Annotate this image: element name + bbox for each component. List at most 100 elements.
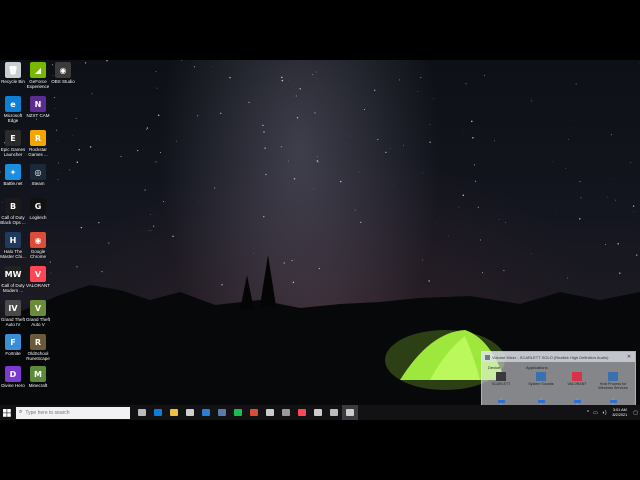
taskbar: ⌕ ^ ▭ ◖) 3:01 AM 8/2/2021 ▢: [0, 405, 640, 420]
desktop-icon-minecraft[interactable]: M Minecraft: [25, 366, 51, 388]
logitech-icon: G: [30, 198, 46, 214]
volume-slider-thumb[interactable]: [573, 400, 581, 404]
system-tray: ^ ▭ ◖) 3:01 AM 8/2/2021 ▢: [585, 405, 640, 420]
desktop-icon-label: Minecraft: [28, 383, 48, 388]
desktop-icon-label: Fortnite: [5, 351, 21, 356]
taskbar-nzxt-button[interactable]: [278, 405, 294, 420]
taskbar-steam-button[interactable]: [214, 405, 230, 420]
desktop-icon-gta-v[interactable]: V Grand Theft Auto V: [25, 300, 51, 327]
host-process-icon[interactable]: [608, 372, 618, 381]
taskbar-edge-button[interactable]: [150, 405, 166, 420]
desktop-icon-fortnite[interactable]: F Fortnite: [0, 334, 26, 356]
desktop-icon-label: NZXT CAM: [26, 113, 50, 118]
desktop-icon-label: Battle.net: [3, 181, 23, 186]
desktop-icon-label: Divine Hero: [1, 383, 25, 388]
start-button[interactable]: [0, 405, 14, 420]
taskbar-spotify-button[interactable]: [230, 405, 246, 420]
system-sounds-icon[interactable]: [536, 372, 546, 381]
divine-hero-icon: D: [5, 366, 21, 382]
edge-icon: e: [5, 96, 21, 112]
taskbar-discord-button[interactable]: [262, 405, 278, 420]
taskbar-volume-mixer-button[interactable]: [342, 405, 358, 420]
taskbar-valorant-button[interactable]: [294, 405, 310, 420]
file-explorer-icon: [170, 409, 178, 416]
volume-slider-thumb[interactable]: [537, 400, 545, 404]
taskbar-mail-button[interactable]: [198, 405, 214, 420]
desktop-icon-steam[interactable]: ◎ Steam: [25, 164, 51, 186]
desktop-icon-runescape[interactable]: R OldSchool RuneScape: [25, 334, 51, 361]
desktop-icon-label: Microsoft Edge: [3, 113, 23, 123]
clock-date: 8/2/2021: [612, 412, 628, 417]
volume-mixer-icon: [346, 409, 354, 416]
desktop-icon-logitech[interactable]: G Logitech: [25, 198, 51, 220]
valorant-icon: [298, 409, 306, 416]
mixer-app-name: Host Process for Windows Services: [598, 382, 628, 390]
desktop-icon-gta-iv[interactable]: IV Grand Theft Auto IV: [0, 300, 26, 327]
desktop-icon-label: GeForce Experience: [26, 79, 50, 89]
taskbar-clock[interactable]: 3:01 AM 8/2/2021: [612, 408, 627, 417]
desktop-icon-chrome[interactable]: ◉ Google Chrome: [25, 232, 51, 259]
search-icon: ⌕: [19, 409, 23, 415]
minecraft-icon: M: [30, 366, 46, 382]
desktop-icon-epic-games[interactable]: E Epic Games Launcher: [0, 130, 26, 157]
desktop-icon-label: OldSchool RuneScape: [26, 351, 50, 361]
taskbar-file-explorer-button[interactable]: [166, 405, 182, 420]
mixer-column: VALORANT: [562, 372, 592, 386]
gta-v-icon: V: [30, 300, 46, 316]
device-label: Device: [488, 365, 501, 370]
desktop-icon-rockstar[interactable]: R Rockstar Games ...: [25, 130, 51, 157]
notifications-icon[interactable]: ▢: [633, 410, 638, 416]
taskbar-store-button[interactable]: [182, 405, 198, 420]
taskbar-settings-button[interactable]: [326, 405, 342, 420]
desktop-icon-battlenet[interactable]: ✦ Battle.net: [0, 164, 26, 186]
runescape-icon: R: [30, 334, 46, 350]
desktop-icon-label: Logitech: [29, 215, 47, 220]
valorant-app-icon[interactable]: [572, 372, 582, 381]
taskbar-obs-button[interactable]: [310, 405, 326, 420]
desktop-icon-label: VALORANT: [26, 283, 50, 288]
recycle-bin-icon: 🗑: [5, 62, 21, 78]
close-icon[interactable]: ✕: [626, 354, 632, 360]
desktop-icon-obs-studio[interactable]: ◉ OBS Studio: [50, 62, 76, 84]
volume-icon[interactable]: ◖): [602, 410, 607, 416]
desktop-icon-label: Recycle Bin: [1, 79, 25, 84]
desktop-icon-black-ops[interactable]: B Call of Duty Black Ops ...: [0, 198, 26, 225]
desktop-icon-label: Steam: [31, 181, 45, 186]
desktop-icon-valorant[interactable]: V VALORANT: [25, 266, 51, 288]
steam-icon: ◎: [30, 164, 46, 180]
desktop-icon-label: Grand Theft Auto IV: [1, 317, 25, 327]
valorant-icon: V: [30, 266, 46, 282]
desktop-icon-divine-hero[interactable]: D Divine Hero: [0, 366, 26, 388]
search-input[interactable]: [25, 409, 122, 416]
tray-chevron-icon[interactable]: ^: [587, 410, 589, 416]
mixer-title: Volume Mixer - SCARLETT SOLO (Realtek Hi…: [492, 354, 609, 360]
taskbar-chrome-button[interactable]: [246, 405, 262, 420]
desktop-icon-edge[interactable]: e Microsoft Edge: [0, 96, 26, 123]
desktop-icon-label: Halo The Master Chi...: [0, 249, 26, 259]
gta-iv-icon: IV: [5, 300, 21, 316]
stars: [0, 60, 640, 286]
mixer-app-name: SCARLETT: [491, 382, 511, 386]
desktop-icon-modern-warfare[interactable]: MW Call of Duty Modern ...: [0, 266, 26, 293]
desktop[interactable]: 🗑 Recycle Bin ◢ GeForce Experience ◉ OBS Stud…: [0, 60, 640, 405]
mixer-titlebar[interactable]: Volume Mixer - SCARLETT SOLO (Realtek Hi…: [482, 352, 635, 362]
taskbar-search-box[interactable]: ⌕: [16, 406, 130, 419]
taskbar-task-view-button[interactable]: [134, 405, 150, 420]
battlenet-icon: ✦: [5, 164, 21, 180]
volume-slider-thumb[interactable]: [609, 400, 617, 404]
desktop-icon-label: Call of Duty Black Ops ...: [0, 215, 26, 225]
desktop-icon-halo[interactable]: H Halo The Master Chi...: [0, 232, 26, 259]
obs-studio-icon: ◉: [55, 62, 71, 78]
chrome-icon: ◉: [30, 232, 46, 248]
desktop-icon-geforce-experience[interactable]: ◢ GeForce Experience: [25, 62, 51, 89]
volume-slider-thumb[interactable]: [497, 400, 505, 404]
speaker-device-icon[interactable]: [496, 372, 506, 381]
mixer-app-name: System Sounds: [528, 382, 554, 386]
desktop-icon-recycle-bin[interactable]: 🗑 Recycle Bin: [0, 62, 26, 84]
desktop-icon-nzxt-cam[interactable]: N NZXT CAM: [25, 96, 51, 118]
network-icon[interactable]: ▭: [593, 410, 598, 416]
task-view-icon: [138, 409, 146, 416]
desktop-icon-label: Rockstar Games ...: [28, 147, 48, 157]
desktop-icon-label: OBS Studio: [51, 79, 75, 84]
volume-mixer-window[interactable]: Volume Mixer - SCARLETT SOLO (Realtek Hi…: [481, 351, 636, 405]
